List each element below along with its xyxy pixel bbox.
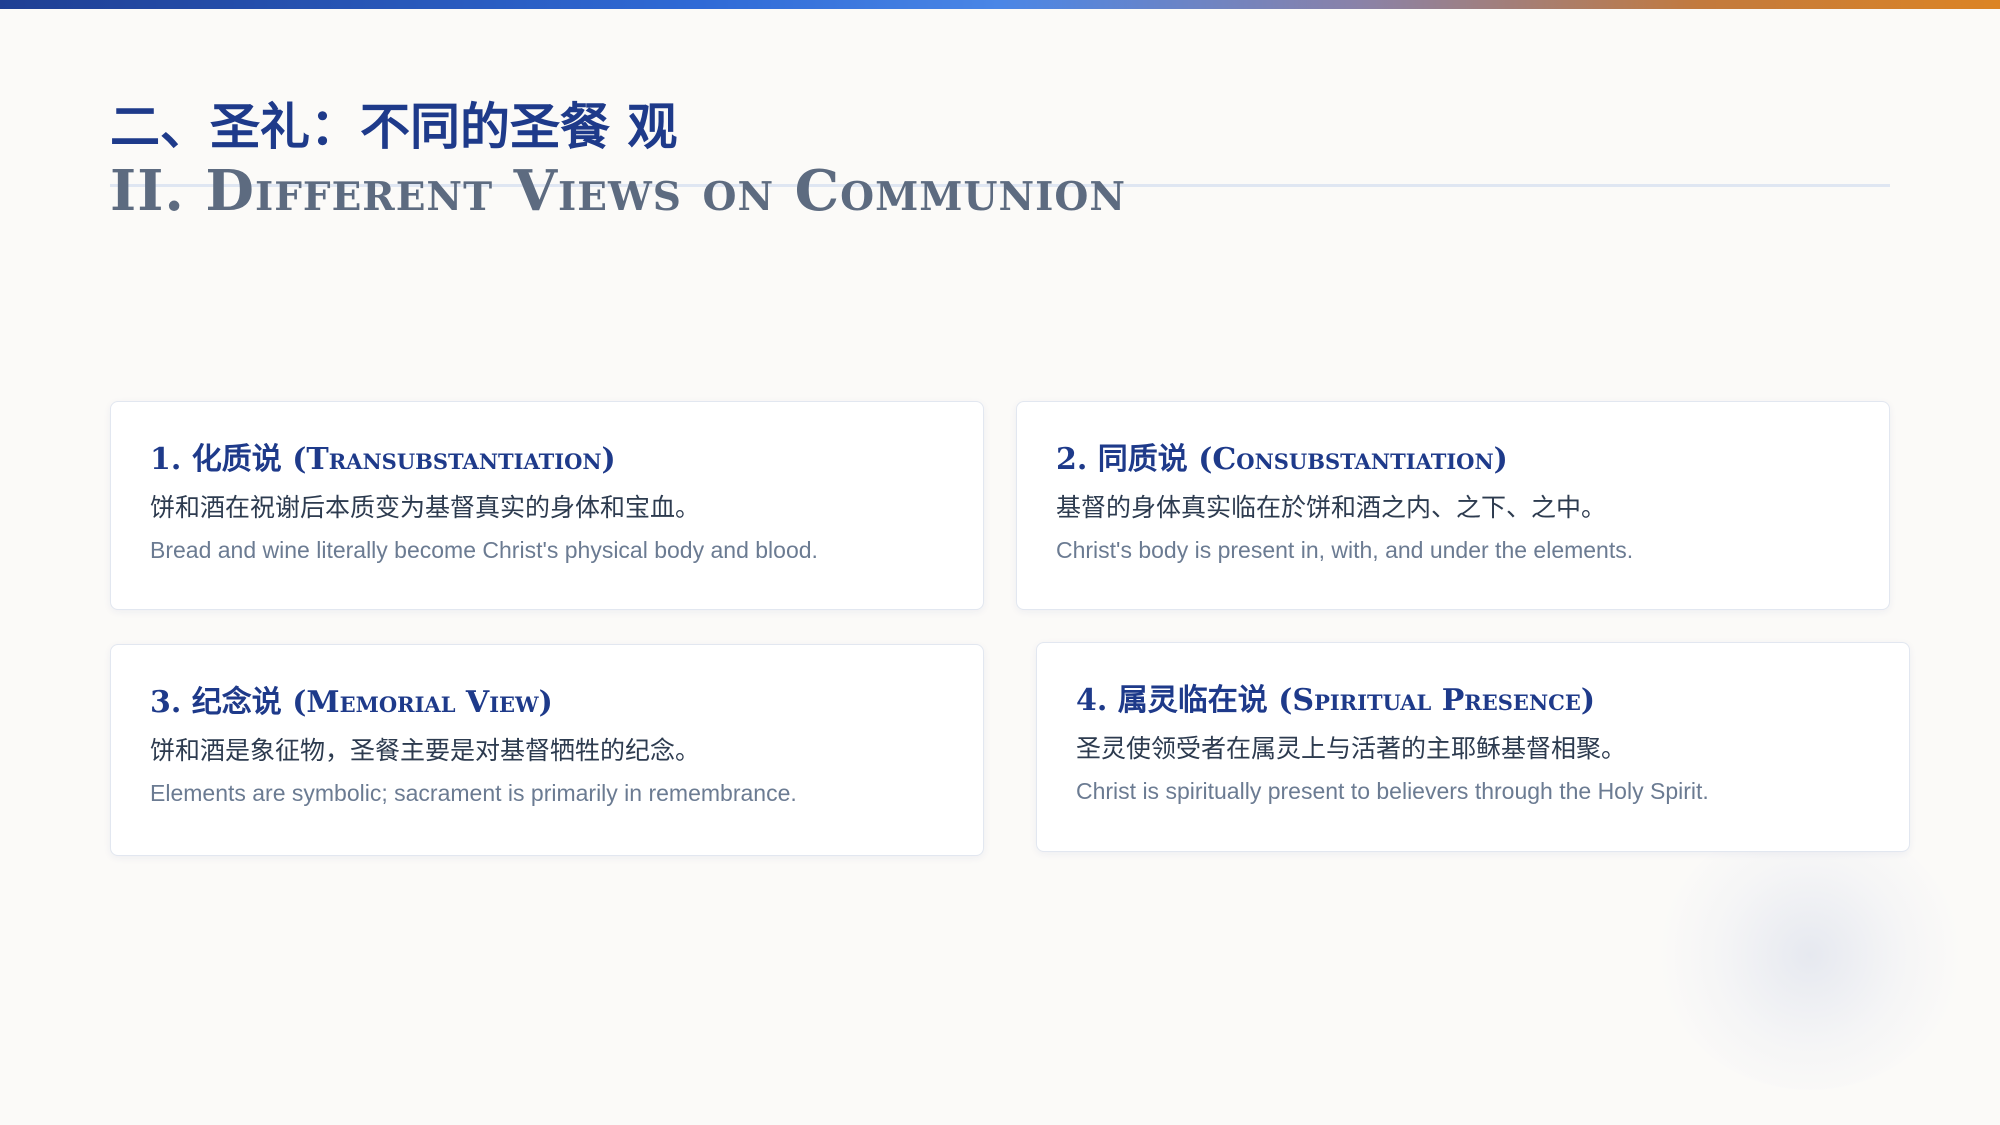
view-card-memorial: 3. 纪念说 (Memorial View) 饼和酒是象征物，圣餐主要是对基督牺… [110,644,984,856]
view-card-transubstantiation: 1. 化质说 (Transubstantiation) 饼和酒在祝谢后本质变为基… [110,401,984,610]
card-description-en: Christ's body is present in, with, and u… [1056,537,1634,563]
card-description-cn: 圣灵使领受者在属灵上与活著的主耶稣基督相聚。 [1076,734,1627,763]
card-title: 1. 化质说 (Transubstantiation) [150,442,616,477]
card-title: 4. 属灵临在说 (Spiritual Presence) [1076,683,1596,718]
card-description-cn: 基督的身体真实临在於饼和酒之内、之下、之中。 [1056,493,1607,522]
card-description-en: Bread and wine literally become Christ's… [150,537,818,563]
card-title: 3. 纪念说 (Memorial View) [150,685,553,720]
page-subtitle: II. Different Views on Communion [110,158,1126,224]
card-description-cn: 饼和酒是象征物，圣餐主要是对基督牺牲的纪念。 [150,736,701,765]
card-description-en: Elements are symbolic; sacrament is prim… [150,780,797,806]
card-description-cn: 饼和酒在祝谢后本质变为基督真实的身体和宝血。 [150,493,701,522]
page-title: 二、圣礼：不同的圣餐 观 [110,98,678,156]
card-description-en: Christ is spiritually present to believe… [1076,778,1709,804]
top-accent-bar [0,0,2000,9]
view-card-spiritual-presence: 4. 属灵临在说 (Spiritual Presence) 圣灵使领受者在属灵上… [1036,642,1910,852]
card-title: 2. 同质说 (Consubstantiation) [1056,442,1508,477]
decorative-glow [1660,820,1960,1090]
view-card-consubstantiation: 2. 同质说 (Consubstantiation) 基督的身体真实临在於饼和酒… [1016,401,1890,610]
